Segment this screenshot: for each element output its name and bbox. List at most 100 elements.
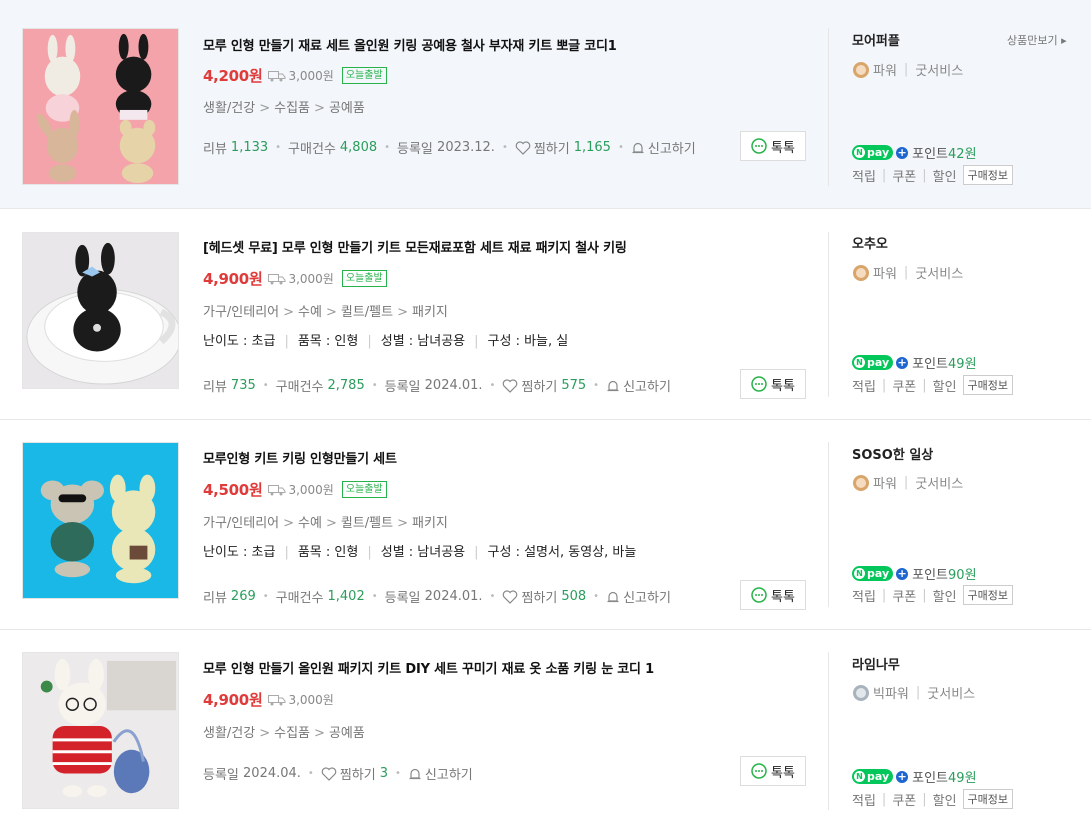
register-date: 2023.12. [437,140,495,155]
register-date: 2024.01. [424,378,483,393]
talk-button[interactable]: 톡톡 [740,580,806,610]
product-list: 모루 인형 만들기 재료 세트 올인원 키링 공예용 철사 부자재 키트 뽀글 … [0,0,1091,827]
review-count[interactable]: 1,133 [231,140,268,155]
bell-icon[interactable] [606,590,620,604]
truck-icon [268,484,286,495]
category-link[interactable]: 수집품 [274,101,310,116]
review-label[interactable]: 리뷰 [203,376,227,395]
chat-icon [751,376,767,392]
shipping-fee: 3,000원 [288,693,334,707]
chat-icon [751,763,767,779]
talk-button[interactable]: 톡톡 [740,369,806,399]
like-count: 3 [379,766,388,781]
bell-icon[interactable] [606,379,620,393]
seller-grade: 파워 | 굿서비스 [852,473,963,492]
product-thumbnail[interactable] [22,652,179,809]
date-label: 등록일 [384,591,421,606]
npay-badge: Npay [852,145,894,160]
medal-icon [853,684,869,701]
report-button[interactable]: 신고하기 [648,138,696,157]
benefits: 적립 | 쿠폰 | 할인 구매정보 [852,585,1014,605]
breadcrumb: 가구/인테리어 > 수예 > 퀼트/펠트 > 패키지 [203,516,448,531]
seller-name[interactable]: SOSO한 일상 [852,444,933,463]
purchase-info-button[interactable]: 구매정보 [962,585,1014,605]
like-button[interactable]: 찜하기 [521,376,557,395]
product-price: 4,900원 [203,270,263,288]
purchase-info-button[interactable]: 구매정보 [962,789,1014,809]
category-link[interactable]: 수예 [298,305,322,320]
npay-point: Npay + 포인트 42원 [852,143,977,162]
divider [828,28,829,186]
review-count[interactable]: 269 [231,589,256,604]
category-link[interactable]: 퀼트/펠트 [341,516,393,531]
product-title[interactable]: 모루 인형 만들기 재료 세트 올인원 키링 공예용 철사 부자재 키트 뽀글 … [203,35,617,54]
category-link[interactable]: 패키지 [412,516,448,531]
category-link[interactable]: 퀼트/펠트 [341,305,393,320]
category-link[interactable]: 가구/인테리어 [203,305,279,320]
product-thumbnail[interactable] [22,28,179,185]
review-label[interactable]: 리뷰 [203,138,227,157]
report-button[interactable]: 신고하기 [623,376,671,395]
plus-icon: + [896,770,909,783]
like-button[interactable]: 찜하기 [340,764,376,783]
seller-name[interactable]: 오추오 [852,233,888,252]
register-date: 2024.04. [243,766,301,781]
bell-icon[interactable] [631,141,645,155]
benefits: 적립 | 쿠폰 | 할인 구매정보 [852,165,1014,185]
product-meta: 리뷰 1,133 • 구매건수 4,808 • 등록일 2023.12. • 찜하기… [203,138,696,157]
delivery-badge: 오늘출발 [341,481,387,498]
heart-icon[interactable] [502,589,518,604]
review-count[interactable]: 735 [231,378,256,393]
product-row: 모루 인형 만들기 재료 세트 올인원 키링 공예용 철사 부자재 키트 뽀글 … [0,0,1091,209]
divider [828,232,829,397]
category-link[interactable]: 공예품 [329,726,365,741]
category-link[interactable]: 수집품 [274,726,310,741]
talk-button[interactable]: 톡톡 [740,131,806,161]
product-thumbnail[interactable] [22,232,179,389]
breadcrumb: 생활/건강 > 수집품 > 공예품 [203,101,365,116]
seller-grade: 빅파워 | 굿서비스 [852,683,975,702]
npay-point: Npay + 포인트 49원 [852,353,977,372]
product-price: 4,200원 [203,67,263,85]
like-count: 575 [561,378,587,393]
purchase-count: 1,402 [327,589,365,604]
category-link[interactable]: 공예품 [329,101,365,116]
category-link[interactable]: 수예 [298,516,322,531]
seller-grade: 파워 | 굿서비스 [852,263,963,282]
heart-icon[interactable] [321,766,337,781]
npay-point: Npay + 포인트 49원 [852,767,977,786]
talk-button[interactable]: 톡톡 [740,756,806,786]
category-link[interactable]: 패키지 [412,305,448,320]
product-meta: 리뷰 735 • 구매건수 2,785 • 등록일 2024.01. • 찜하기 57… [203,376,671,395]
category-link[interactable]: 생활/건강 [203,101,255,116]
report-button[interactable]: 신고하기 [425,764,473,783]
category-link[interactable]: 가구/인테리어 [203,516,279,531]
product-thumbnail[interactable] [22,442,179,599]
like-button[interactable]: 찜하기 [534,138,570,157]
category-link[interactable]: 생활/건강 [203,726,255,741]
purchase-info-button[interactable]: 구매정보 [962,375,1014,395]
seller-name[interactable]: 라임나무 [852,654,900,673]
seller-name[interactable]: 모어퍼플 [852,30,900,49]
plus-icon: + [896,567,909,580]
bell-icon[interactable] [408,767,422,781]
purchase-count: 2,785 [327,378,365,393]
purchase-label: 구매건수 [275,380,324,395]
npay-badge: Npay [852,355,894,370]
shipping-fee: 3,000원 [288,483,334,497]
purchase-info-button[interactable]: 구매정보 [962,165,1014,185]
product-title[interactable]: 모루 인형 만들기 올인원 패키지 키트 DIY 세트 꾸미기 재료 옷 소품 … [203,658,654,677]
like-button[interactable]: 찜하기 [521,587,557,606]
talk-label: 톡톡 [771,140,795,156]
report-button[interactable]: 신고하기 [623,587,671,606]
product-row: [헤드셋 무료] 모루 인형 만들기 키트 모든재료포함 세트 재료 패키지 철… [0,209,1091,420]
heart-icon[interactable] [502,378,518,393]
store-only-link[interactable]: 상품만보기 ▸ [1007,32,1067,48]
review-label[interactable]: 리뷰 [203,587,227,606]
npay-badge: Npay [852,566,894,581]
product-attributes: 난이도 : 초급 | 품목 : 인형 | 성별 : 남녀공용 | 구성 : 설명서, 동영상… [203,545,637,560]
heart-icon[interactable] [515,140,531,155]
product-title[interactable]: 모루인형 키트 키링 인형만들기 세트 [203,448,397,467]
product-title[interactable]: [헤드셋 무료] 모루 인형 만들기 키트 모든재료포함 세트 재료 패키지 철… [203,237,627,256]
medal-icon [853,264,869,281]
